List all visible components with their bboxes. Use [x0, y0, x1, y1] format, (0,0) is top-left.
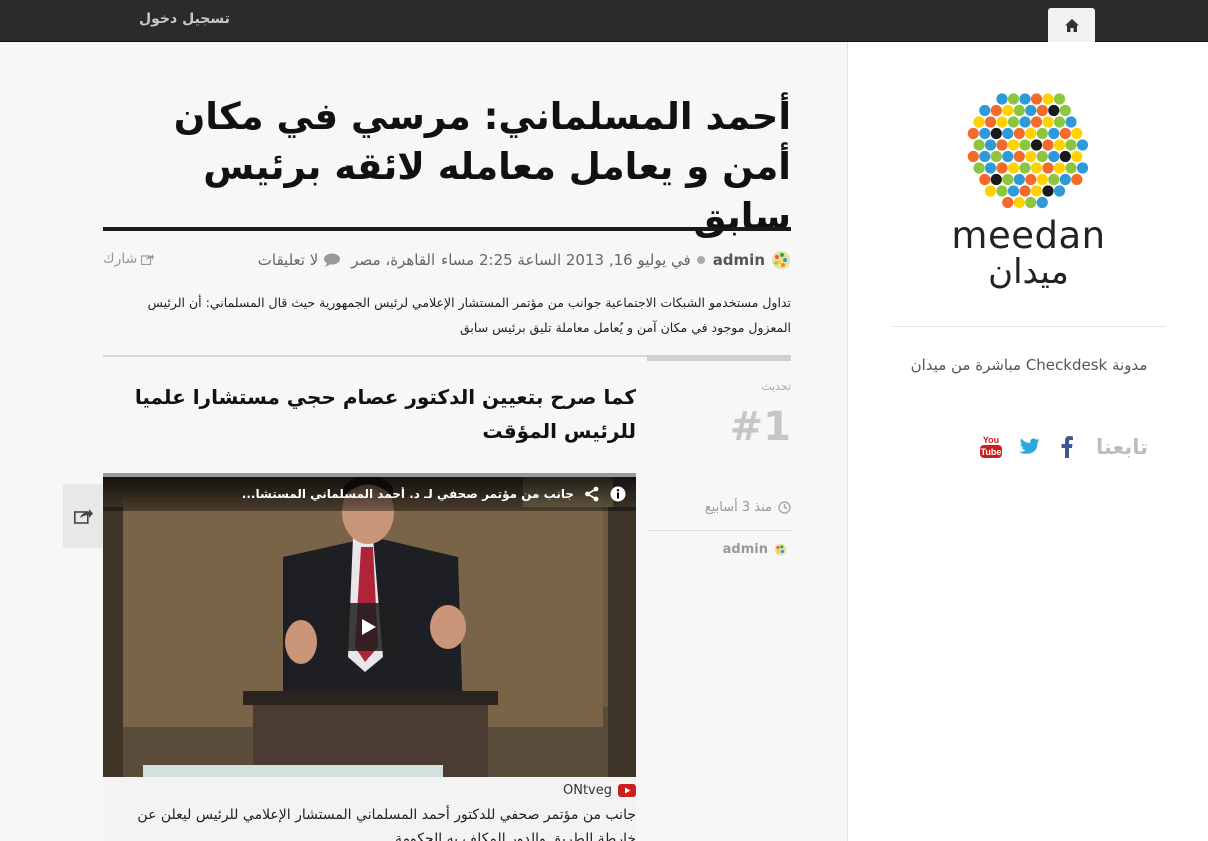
play-button[interactable] — [333, 603, 403, 651]
youtube-icon — [618, 784, 636, 797]
update-author[interactable]: admin — [647, 542, 787, 557]
comment-icon — [324, 253, 341, 267]
update-number: #1 — [729, 404, 791, 450]
share-icon — [73, 509, 93, 524]
sidebar: meedan ميدان مدونة Checkdesk مباشرة من م… — [847, 42, 1208, 841]
title-divider — [103, 227, 791, 231]
post-author[interactable]: admin — [713, 251, 765, 269]
video-player[interactable]: جانب من مؤتمر صحفي لـ د. أحمد المسلماني … — [103, 477, 636, 777]
svg-text:You: You — [983, 435, 999, 445]
sidebar-divider — [892, 326, 1166, 327]
facebook-link[interactable] — [1048, 430, 1086, 464]
video-title-bar: جانب من مؤتمر صحفي لـ د. أحمد المسلماني … — [103, 477, 636, 511]
blog-description: مدونة Checkdesk مباشرة من ميدان — [910, 356, 1148, 374]
clock-icon — [778, 501, 791, 514]
post-summary: تداول مستخدمو الشبكات الاجتماعية جوانب م… — [147, 295, 791, 335]
twitter-icon — [1019, 438, 1040, 454]
post-title: أحمد المسلماني: مرسي في مكان أمن و يعامل… — [173, 95, 791, 238]
author-avatar — [774, 543, 787, 556]
youtube-link[interactable]: You Tube — [972, 430, 1010, 464]
follow-us: تابعنا You Tube — [966, 430, 1148, 464]
update-author-name: admin — [722, 542, 768, 557]
top-navbar: تسجيل دخول — [0, 0, 1208, 42]
follow-label: تابعنا — [1096, 435, 1148, 459]
share-icon[interactable] — [584, 486, 600, 502]
update-time: منذ 3 أسابيع — [647, 500, 791, 515]
share-link[interactable]: شارك — [103, 251, 155, 267]
video-description: جانب من مؤتمر صحفي للدكتور أحمد المسلمان… — [137, 807, 636, 841]
separator-dot — [696, 256, 705, 264]
facebook-icon — [1061, 436, 1074, 458]
share-icon — [141, 254, 155, 265]
video-embed-card: جانب من مؤتمر صحفي لـ د. أحمد المسلماني … — [103, 473, 636, 841]
floating-share-button[interactable] — [63, 484, 103, 548]
home-button[interactable] — [1048, 8, 1095, 42]
info-icon[interactable] — [610, 486, 626, 502]
logo-text-ar: ميدان — [988, 252, 1069, 292]
author-avatar — [772, 251, 790, 269]
share-label: شارك — [103, 251, 138, 267]
time-divider — [647, 530, 791, 531]
login-link[interactable]: تسجيل دخول — [139, 11, 230, 27]
update-heading: كما صرح بتعيين الدكتور عصام حجي مستشارا … — [134, 385, 636, 443]
post-meta: admin في يوليو 16, 2013 الساعة 2:25 مساء… — [103, 248, 791, 272]
main-content: أحمد المسلماني: مرسي في مكان أمن و يعامل… — [0, 42, 847, 841]
time-ago-label: منذ 3 أسابيع — [704, 500, 772, 515]
svg-text:Tube: Tube — [981, 447, 1002, 457]
update-label: تحديث — [761, 380, 791, 393]
meedan-logo-mark[interactable] — [960, 80, 1095, 215]
comments-label: لا تعليقات — [257, 251, 319, 269]
home-icon — [1064, 18, 1079, 32]
logo-text-en: meedan — [951, 214, 1106, 257]
post-location: القاهرة، مصر — [351, 251, 436, 269]
video-source-name: ONtveg — [563, 783, 612, 798]
update-divider — [647, 355, 791, 361]
youtube-icon: You Tube — [980, 435, 1003, 458]
comments-link[interactable]: لا تعليقات — [258, 251, 342, 269]
video-title[interactable]: جانب من مؤتمر صحفي لـ د. أحمد المسلماني … — [113, 487, 574, 501]
video-source[interactable]: ONtveg — [563, 783, 636, 798]
post-date: في يوليو 16, 2013 الساعة 2:25 مساء — [441, 251, 691, 269]
twitter-link[interactable] — [1010, 430, 1048, 464]
play-icon — [362, 619, 376, 635]
